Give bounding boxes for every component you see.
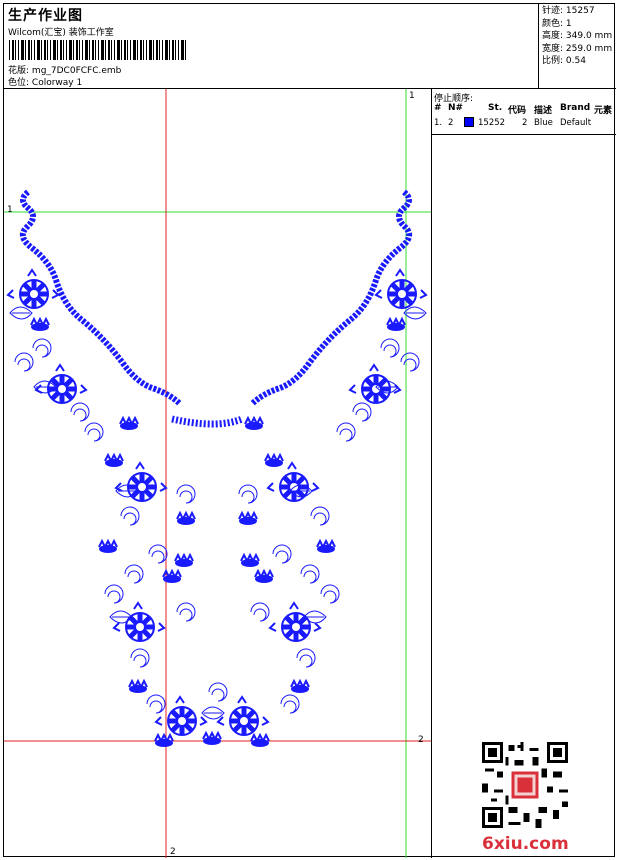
row-desc: Blue — [534, 118, 553, 128]
row-n: 2 — [448, 118, 454, 128]
flower-cluster-mid-left — [98, 417, 196, 568]
col-header-desc: 描述 — [534, 106, 553, 116]
company-name: Wilcom(汇宝) 装饰工作室 — [8, 28, 114, 38]
colorway-row: 色位: Colorway 1 — [8, 75, 82, 88]
specs-panel: 针迹: 15257 颜色: 1 高度: 349.0 mm 宽度: 259.0 m… — [538, 4, 616, 89]
barcode — [9, 40, 187, 60]
watermark: 6xiu.com — [482, 834, 569, 854]
spec-height: 高度: 349.0 mm — [542, 31, 613, 41]
flower-cluster-upper-left — [8, 270, 104, 442]
neckline-center-band — [171, 415, 244, 428]
row-brand: Default — [560, 118, 592, 128]
row-code: 2 — [522, 118, 528, 128]
flower-cluster-bottom — [155, 682, 269, 748]
spec-scale: 比例: 0.54 — [542, 56, 586, 66]
design-preview: 1 1 2 2 — [4, 89, 432, 858]
guide-label-red-bottom: 2 — [170, 847, 176, 857]
header: 生产作业图 Wilcom(汇宝) 装饰工作室 花版: mg_7DC0FCFC.e… — [4, 4, 616, 89]
flower-cluster-upper-right — [336, 270, 426, 442]
production-sheet: 生产作业图 Wilcom(汇宝) 装饰工作室 花版: mg_7DC0FCFC.e… — [3, 3, 616, 858]
row-num: 1. — [434, 118, 443, 128]
flower-cluster-lower-left — [104, 564, 196, 714]
guide-label-green-top: 1 — [409, 91, 415, 101]
flower-cluster-mid-right — [238, 417, 336, 568]
neckline-chain-right — [249, 189, 413, 407]
col-header-code: 代码 — [508, 106, 527, 116]
colorway-value: Colorway 1 — [31, 78, 83, 88]
guide-label-green-left: 1 — [7, 205, 13, 215]
col-header-num: # — [434, 103, 442, 113]
spec-stitches: 针迹: 15257 — [542, 6, 595, 16]
col-header-stitches: St. — [488, 103, 503, 113]
col-header-brand: Brand — [560, 103, 591, 113]
col-header-n: N# — [448, 103, 464, 113]
flower-cluster-lower-right — [250, 564, 340, 714]
row-stitches: 15252 — [478, 118, 506, 128]
qr-code — [482, 742, 568, 828]
colorway-label: 色位: — [8, 78, 30, 88]
stop-sequence-panel: 停止顺序: # N# St. 代码 描述 Brand 元素 1. 2 15252… — [432, 89, 616, 135]
spec-colors: 颜色: 1 — [542, 18, 572, 29]
col-header-elem: 元素 — [594, 106, 613, 116]
page-title: 生产作业图 — [8, 8, 83, 24]
guide-label-red-right: 2 — [418, 735, 424, 745]
spec-width: 宽度: 259.0 mm — [542, 43, 613, 54]
embroidery-preview — [4, 89, 431, 858]
color-swatch — [464, 117, 474, 127]
